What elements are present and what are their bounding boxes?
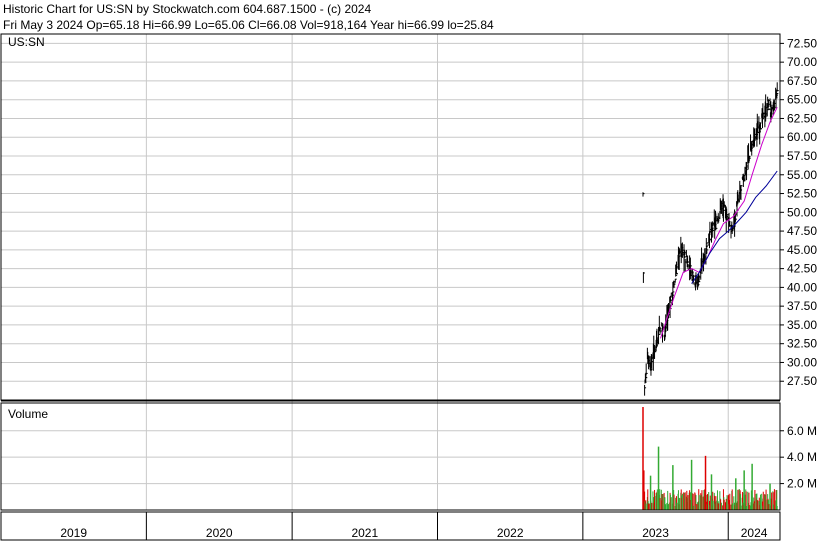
volume-panel-label: Volume	[8, 407, 48, 421]
price-tick-label: 45.00	[787, 243, 817, 257]
price-tick-label: 30.00	[787, 355, 817, 369]
year-label-2020: 2020	[206, 526, 233, 540]
volume-tick-label: 6.0 M	[787, 424, 817, 438]
price-tick-label: 37.50	[787, 299, 817, 313]
price-tick-label: 42.50	[787, 262, 817, 276]
price-tick-label: 50.00	[787, 205, 817, 219]
price-tick-label: 57.50	[787, 149, 817, 163]
price-tick-label: 27.50	[787, 374, 817, 388]
price-tick-label: 35.00	[787, 318, 817, 332]
price-tick-label: 60.00	[787, 130, 817, 144]
price-tick-label: 70.00	[787, 55, 817, 69]
stock-chart: 2019 2020 2021 2022 2023 2024 72.50 70.00 67.50 6…	[0, 33, 817, 541]
price-tick-label: 52.50	[787, 187, 817, 201]
volume-tick-label: 2.0 M	[787, 477, 817, 491]
price-tick-label: 67.50	[787, 74, 817, 88]
volume-panel-frame	[0, 402, 781, 511]
price-tick-label: 32.50	[787, 337, 817, 351]
price-panel-frame	[0, 33, 781, 401]
price-tick-label: 65.00	[787, 93, 817, 107]
price-tick-label: 47.50	[787, 224, 817, 238]
year-label-2019: 2019	[60, 526, 87, 540]
year-label-2021: 2021	[351, 526, 378, 540]
year-label-2024: 2024	[741, 526, 768, 540]
volume-bars	[642, 407, 778, 510]
axis-labels: 2019 2020 2021 2022 2023 2024 72.50 70.00 67.50 6…	[60, 36, 817, 540]
price-tick-label: 62.50	[787, 111, 817, 125]
year-label-2023: 2023	[642, 526, 669, 540]
price-bars	[642, 82, 779, 396]
year-label-2022: 2022	[497, 526, 524, 540]
price-panel-label: US:SN	[8, 35, 45, 49]
price-tick-label: 40.00	[787, 280, 817, 294]
price-tick-label: 55.00	[787, 168, 817, 182]
grid-layer	[1, 34, 780, 540]
volume-tick-label: 4.0 M	[787, 450, 817, 464]
price-tick-label: 72.50	[787, 36, 817, 50]
